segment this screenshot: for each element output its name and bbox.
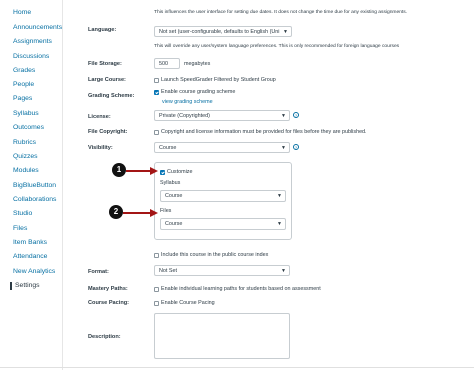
chevron-down-icon: ▼ [281, 268, 286, 274]
bottom-divider [0, 367, 474, 368]
visibility-label: Visibility: [88, 145, 113, 151]
description-label: Description: [88, 334, 121, 340]
course-pacing-option: Enable Course Pacing [161, 300, 215, 306]
view-grading-scheme-link[interactable]: view grading scheme [162, 99, 213, 106]
visibility-select[interactable]: Course ▼ [154, 142, 290, 153]
sidebar-item-syllabus[interactable]: Syllabus [13, 110, 39, 118]
sidebar-item-new-analytics[interactable]: New Analytics [13, 268, 55, 276]
file-copyright-checkbox[interactable] [154, 130, 159, 135]
language-label: Language: [88, 27, 117, 33]
license-help-icon[interactable]: ? [293, 112, 299, 118]
sidebar-item-pages[interactable]: Pages [13, 95, 32, 103]
language-note: This will override any user/system langu… [154, 44, 400, 49]
large-course-option: Launch SpeedGrader Filtered by Student G… [161, 77, 276, 83]
chevron-down-icon: ▼ [281, 145, 286, 151]
license-label: License: [88, 114, 111, 120]
files-visibility-value: Course [165, 221, 183, 227]
sidebar-item-modules[interactable]: Modules [13, 167, 39, 175]
syllabus-visibility-value: Course [165, 193, 183, 199]
sidebar-item-assignments[interactable]: Assignments [13, 38, 52, 46]
sidebar-item-studio[interactable]: Studio [13, 210, 32, 218]
callout-badge-1: 1 [112, 163, 126, 177]
sidebar-divider [62, 0, 63, 370]
sidebar-item-item-banks[interactable]: Item Banks [13, 239, 47, 247]
format-label: Format: [88, 269, 109, 275]
license-value: Private (Copyrighted) [159, 113, 210, 119]
sidebar-item-bigbluebutton[interactable]: BigBlueButton [13, 182, 56, 190]
sidebar-item-rubrics[interactable]: Rubrics [13, 139, 36, 147]
sidebar-item-outcomes[interactable]: Outcomes [13, 124, 44, 132]
public-index-option: Include this course in the public course… [161, 252, 269, 258]
format-value: Not Set [159, 268, 177, 274]
visibility-help-icon[interactable]: ? [293, 144, 299, 150]
file-storage-unit: megabytes [184, 61, 211, 67]
file-storage-input[interactable]: 500 [154, 58, 180, 69]
mastery-paths-option: Enable individual learning paths for stu… [161, 286, 321, 292]
callout-arrow-2 [123, 209, 158, 217]
sidebar-item-quizzes[interactable]: Quizzes [13, 153, 38, 161]
course-pacing-checkbox[interactable] [154, 301, 159, 306]
course-pacing-label: Course Pacing: [88, 300, 130, 306]
callout-arrow-1 [126, 167, 158, 175]
chevron-down-icon: ▼ [281, 113, 286, 119]
grading-scheme-option: Enable course grading scheme [161, 89, 236, 95]
sidebar-item-discussions[interactable]: Discussions [13, 53, 49, 61]
files-visibility-label: Files [160, 208, 172, 214]
visibility-value: Course [159, 145, 177, 151]
sidebar-item-home[interactable]: Home [13, 9, 31, 17]
language-value: Not set (user-configurable, defaults to … [159, 29, 280, 35]
sidebar-item-people[interactable]: People [13, 81, 34, 89]
public-index-checkbox[interactable] [154, 253, 159, 258]
format-select[interactable]: Not Set ▼ [154, 265, 290, 276]
license-select[interactable]: Private (Copyrighted) ▼ [154, 110, 290, 121]
large-course-checkbox[interactable] [154, 78, 159, 83]
file-copyright-option: Copyright and license information must b… [161, 129, 367, 135]
customize-checkbox[interactable] [160, 170, 165, 175]
large-course-label: Large Course: [88, 77, 126, 83]
sidebar-item-attendance[interactable]: Attendance [13, 253, 47, 261]
chevron-down-icon: ▼ [283, 29, 288, 35]
sidebar-item-announcements[interactable]: Announcements [13, 24, 62, 32]
mastery-paths-label: Mastery Paths: [88, 286, 128, 292]
sidebar-item-grades[interactable]: Grades [13, 67, 35, 75]
language-select[interactable]: Not set (user-configurable, defaults to … [154, 26, 292, 37]
due-date-note: This influences the user interface for s… [154, 10, 408, 15]
file-copyright-label: File Copyright: [88, 129, 128, 135]
syllabus-visibility-select[interactable]: Course ▼ [160, 190, 286, 202]
files-visibility-select[interactable]: Course ▼ [160, 218, 286, 230]
description-textarea[interactable] [154, 313, 290, 359]
callout-badge-2: 2 [109, 205, 123, 219]
chevron-down-icon: ▼ [277, 221, 282, 227]
chevron-down-icon: ▼ [277, 193, 282, 199]
mastery-paths-checkbox[interactable] [154, 287, 159, 292]
grading-scheme-checkbox[interactable] [154, 90, 159, 95]
sidebar-item-files[interactable]: Files [13, 225, 27, 233]
file-storage-label: File Storage: [88, 61, 122, 67]
syllabus-visibility-label: Syllabus [160, 180, 181, 186]
customize-label: Customize [167, 169, 193, 175]
sidebar-item-collaborations[interactable]: Collaborations [13, 196, 56, 204]
sidebar-item-settings[interactable]: Settings [10, 282, 40, 290]
grading-scheme-label: Grading Scheme: [88, 93, 135, 99]
